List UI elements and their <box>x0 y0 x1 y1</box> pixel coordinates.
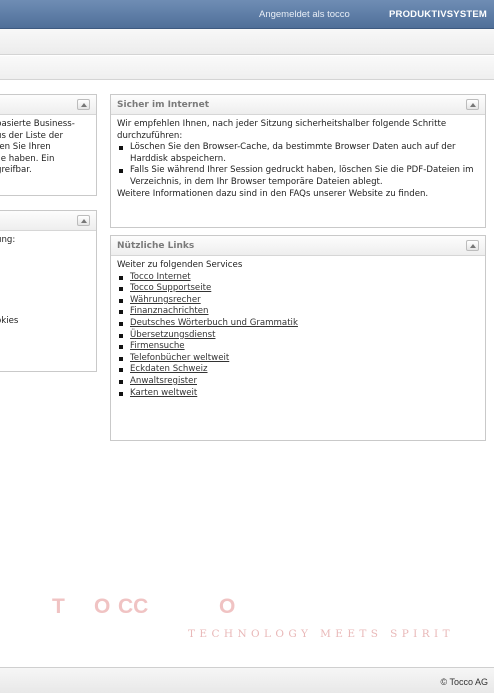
links-panel-header: Nützliche Links <box>111 236 485 256</box>
links-panel: Nützliche Links Weiter zu folgenden Serv… <box>110 235 486 441</box>
list-item: Telefonbücher weltweit <box>117 353 479 365</box>
list-item: Karten weltweit <box>117 388 479 400</box>
panel-text-line <box>0 270 92 282</box>
link-anwaltsregister[interactable]: Anwaltsregister <box>130 376 197 386</box>
list-item: Eckdaten Schweiz <box>117 364 479 376</box>
security-panel-title: Sicher im Internet <box>117 100 209 110</box>
panel-text-line: basierte Business- <box>0 119 75 129</box>
links-intro: Weiter zu folgenden Services <box>117 260 243 270</box>
collapse-icon[interactable] <box>77 215 90 226</box>
security-panel-header: Sicher im Internet <box>111 95 485 115</box>
panel-text-line <box>0 305 92 317</box>
logged-in-user: Angemeldet als tocco <box>259 9 350 20</box>
left-panel-top: basierte Business- us der Liste der ren … <box>0 94 97 196</box>
list-item: Tocco Internet <box>117 272 479 284</box>
panel-text-line <box>0 258 92 270</box>
list-item: Deutsches Wörterbuch und Grammatik <box>117 318 479 330</box>
link-finanznachrichten[interactable]: Finanznachrichten <box>130 306 208 316</box>
panel-text-line: ile haben. Ein <box>0 153 55 164</box>
security-panel: Sicher im Internet Wir empfehlen Ihnen, … <box>110 94 486 228</box>
panel-text-line: us der Liste der <box>0 130 63 141</box>
list-item: Übersetzungsdienst <box>117 330 479 342</box>
links-panel-title: Nützliche Links <box>117 241 195 251</box>
security-intro: Wir empfehlen Ihnen, nach jeder Sitzung … <box>117 119 447 141</box>
collapse-icon[interactable] <box>466 99 479 110</box>
left-panel-top-header <box>0 95 96 115</box>
collapse-icon[interactable] <box>77 99 90 110</box>
links-list: Tocco Internet Tocco Supportseite Währun… <box>117 272 479 400</box>
link-uebersetzungsdienst[interactable]: Übersetzungsdienst <box>130 330 215 340</box>
toolbar-strip <box>0 29 494 55</box>
list-item: Anwaltsregister <box>117 376 479 388</box>
top-bar: Angemeldet als tocco PRODUKTIVSYSTEM <box>0 0 494 29</box>
panel-text-line <box>0 281 92 293</box>
list-item: Firmensuche <box>117 341 479 353</box>
panel-text-line <box>0 247 92 259</box>
security-outro: Weitere Informationen dazu sind in den F… <box>117 188 429 199</box>
logo-letter: T <box>52 595 65 618</box>
link-tocco-internet[interactable]: Tocco Internet <box>130 272 191 282</box>
list-item: Finanznachrichten <box>117 306 479 318</box>
logo-letter: O <box>94 595 111 618</box>
footer: © Tocco AG <box>0 667 494 693</box>
link-waehrungsrechner[interactable]: Währungsrecher <box>130 295 201 305</box>
logo-letter: CC <box>118 595 149 618</box>
copyright: © Tocco AG <box>440 677 489 687</box>
link-eckdaten-schweiz[interactable]: Eckdaten Schweiz <box>130 364 208 374</box>
panel-text-line: ren Sie Ihren <box>0 142 51 153</box>
link-firmensuche[interactable]: Firmensuche <box>130 341 185 351</box>
link-telefonbuecher[interactable]: Telefonbücher weltweit <box>130 353 229 363</box>
tocco-logo: T O CC O TECHNOLOGY MEETS SPIRIT <box>52 595 482 645</box>
list-item: Tocco Supportseite <box>117 283 479 295</box>
tab-strip <box>0 56 494 80</box>
panel-text-line: okies <box>0 316 19 327</box>
system-label: PRODUKTIVSYSTEM <box>389 9 488 20</box>
link-karten-weltweit[interactable]: Karten weltweit <box>130 388 197 398</box>
list-item: Währungsrecher <box>117 295 479 307</box>
security-step: Löschen Sie den Browser-Cache, da bestim… <box>117 142 479 165</box>
link-tocco-supportseite[interactable]: Tocco Supportseite <box>130 283 211 293</box>
security-steps: Löschen Sie den Browser-Cache, da bestim… <box>117 142 479 188</box>
collapse-icon[interactable] <box>466 240 479 251</box>
left-panel-bottom: ung: okies <box>0 210 97 372</box>
security-step: Falls Sie während Ihrer Session gedruckt… <box>117 165 479 188</box>
logo-letter: O <box>219 595 236 618</box>
panel-text-line: greifbar. <box>0 165 32 176</box>
panel-text-line <box>0 293 92 305</box>
panel-text-line: ung: <box>0 235 16 245</box>
left-panel-bottom-header <box>0 211 96 231</box>
logo-tagline: TECHNOLOGY MEETS SPIRIT <box>188 628 454 640</box>
link-woerterbuch[interactable]: Deutsches Wörterbuch und Grammatik <box>130 318 298 328</box>
